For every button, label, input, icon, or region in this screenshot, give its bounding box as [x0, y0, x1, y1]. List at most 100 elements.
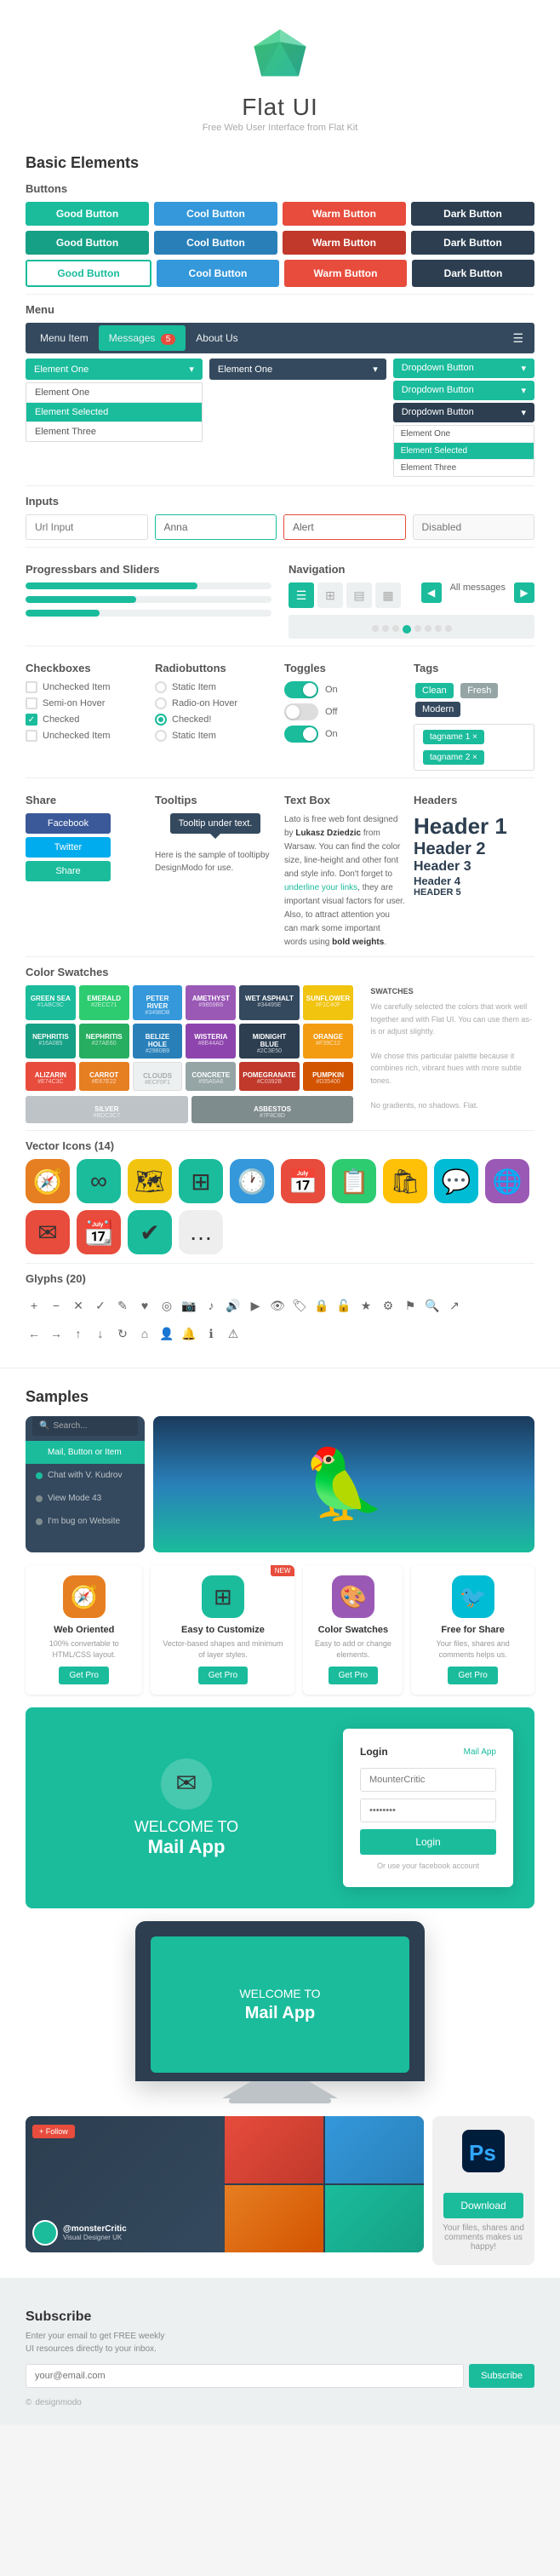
checkbox-item-2[interactable]: Semi-on Hover [26, 697, 146, 709]
nav-next-btn[interactable]: ▶ [514, 582, 534, 603]
tag-modern[interactable]: Modern [415, 702, 460, 717]
dropdown-list-item[interactable]: Element One [26, 383, 202, 403]
app-search-bar[interactable]: 🔍 Search... [32, 1416, 138, 1436]
dropdown-btn-sm-1[interactable]: Dropdown Button ▾ [393, 359, 534, 378]
dropdown-btn-sm-3[interactable]: Dropdown Button ▾ [393, 403, 534, 422]
dark-button-2[interactable]: Dark Button [411, 231, 534, 255]
login-password-input[interactable] [360, 1799, 496, 1822]
facebook-btn[interactable]: Facebook [26, 813, 111, 834]
dark-button-1[interactable]: Dark Button [411, 202, 534, 226]
radio-item-2[interactable]: Radio-on Hover [155, 697, 276, 709]
designmodo-link[interactable]: © designmodo [26, 2398, 534, 2407]
icon-chat: 💬 [434, 1159, 478, 1203]
nav-dot-6[interactable] [425, 625, 431, 632]
login-username-input[interactable] [360, 1768, 496, 1792]
good-button-ghost[interactable]: Good Button [26, 260, 151, 287]
nav-dot-5[interactable] [414, 625, 421, 632]
menu-item-menu[interactable]: Menu Item [30, 325, 99, 351]
radio-item-1[interactable]: Static Item [155, 681, 276, 693]
menu-item-messages[interactable]: Messages 5 [99, 325, 186, 351]
url-input[interactable] [26, 514, 148, 540]
login-submit-btn[interactable]: Login [360, 1829, 496, 1855]
menu-item-about[interactable]: About Us [186, 325, 248, 351]
right-dropdown-item-1[interactable]: Element One [394, 426, 534, 443]
toggle-row-3: On [284, 726, 405, 743]
dropdown-btn-sm-2[interactable]: Dropdown Button ▾ [393, 381, 534, 400]
toggle-1[interactable] [284, 681, 318, 698]
tag-clean[interactable]: Clean [415, 683, 454, 698]
feature-btn-colors[interactable]: Get Pro [329, 1667, 378, 1684]
checkbox-item-1[interactable]: Unchecked Item [26, 681, 146, 693]
warm-button-3[interactable]: Warm Button [284, 260, 407, 287]
checkbox-4[interactable] [26, 730, 37, 742]
warm-button-2[interactable]: Warm Button [283, 231, 406, 255]
checkbox-item-3[interactable]: ✓ Checked [26, 714, 146, 726]
radio-1[interactable] [155, 681, 167, 693]
tag-input-2[interactable]: tagname 2 × [423, 750, 484, 765]
right-dropdown-item-selected[interactable]: Element Selected [394, 443, 534, 460]
social-follow-btn-wrap: + Follow [32, 2123, 75, 2138]
app-nav-item-3[interactable]: View Mode 43 [26, 1487, 145, 1510]
checkbox-3[interactable]: ✓ [26, 714, 37, 726]
share-btn[interactable]: Share [26, 861, 111, 881]
nav-dot-4[interactable] [403, 625, 411, 634]
nav-dot-2[interactable] [382, 625, 389, 632]
radio-item-3[interactable]: Checked! [155, 714, 276, 726]
feature-icon-web: 🧭 [63, 1575, 106, 1618]
good-button-2[interactable]: Good Button [26, 231, 149, 255]
tag-input-1[interactable]: tagname 1 × [423, 730, 484, 744]
checkbox-1[interactable] [26, 681, 37, 693]
nav-icon-list[interactable]: ☰ [289, 582, 314, 608]
active-input[interactable] [155, 514, 277, 540]
nav-dot-1[interactable] [372, 625, 379, 632]
twitter-btn[interactable]: Twitter [26, 837, 111, 858]
app-nav-item-4[interactable]: I'm bug on Website [26, 1510, 145, 1533]
subscribe-email-input[interactable] [26, 2364, 464, 2388]
checkbox-item-4[interactable]: Unchecked Item [26, 730, 146, 742]
app-nav-item-2[interactable]: Chat with V. Kudrov [26, 1464, 145, 1487]
radio-item-4[interactable]: Static Item [155, 730, 276, 742]
chevron-icon-2: ▾ [521, 385, 526, 396]
swatches-grid-main: GREEN SEA #1ABC9C EMERALD #2ECC71 PETER … [26, 985, 353, 1091]
swatch-silver: SILVER #BDC3C7 [26, 1096, 188, 1123]
warm-button-1[interactable]: Warm Button [283, 202, 406, 226]
dropdown-list-item-selected[interactable]: Element Selected [26, 403, 202, 422]
cool-button-3[interactable]: Cool Button [157, 260, 279, 287]
error-input[interactable] [283, 514, 406, 540]
cool-button-1[interactable]: Cool Button [154, 202, 277, 226]
nav-prev-btn[interactable]: ◀ [421, 582, 442, 603]
nav-dot-7[interactable] [435, 625, 442, 632]
feature-title-customize: Easy to Customize [161, 1625, 284, 1635]
radio-4[interactable] [155, 730, 167, 742]
right-dropdown-item-3[interactable]: Element Three [394, 460, 534, 476]
swatch-pumpkin: PUMPKIN #D35400 [303, 1062, 354, 1091]
radio-2[interactable] [155, 697, 167, 709]
nav-dot-3[interactable] [392, 625, 399, 632]
feature-btn-web[interactable]: Get Pro [59, 1667, 108, 1684]
dropdown-btn-1[interactable]: Element One ▾ [26, 359, 203, 380]
feature-btn-customize[interactable]: Get Pro [198, 1667, 248, 1684]
subscribe-btn[interactable]: Subscribe [469, 2364, 534, 2388]
nav-icon-table[interactable]: ▤ [346, 582, 372, 608]
toggle-3[interactable] [284, 726, 318, 743]
cool-button-2[interactable]: Cool Button [154, 231, 277, 255]
dropdown-btn-2[interactable]: Element One ▾ [209, 359, 386, 380]
good-button-1[interactable]: Good Button [26, 202, 149, 226]
dropdown-list-item-3[interactable]: Element Three [26, 422, 202, 441]
menu-hamburger-icon[interactable]: ☰ [506, 331, 530, 346]
login-forgot-link[interactable]: Or use your facebook account [360, 1862, 496, 1870]
app-nav-item-1[interactable]: Mail, Button or Item [26, 1441, 145, 1464]
tags-input[interactable]: tagname 1 × tagname 2 × [414, 724, 534, 771]
checkbox-2[interactable] [26, 697, 37, 709]
social-follow-btn[interactable]: + Follow [32, 2125, 75, 2138]
dark-button-3[interactable]: Dark Button [412, 260, 534, 287]
tag-fresh[interactable]: Fresh [460, 683, 498, 698]
chevron-down-icon: ▾ [189, 364, 194, 375]
ps-download-btn[interactable]: Download [443, 2193, 523, 2218]
radio-3[interactable] [155, 714, 167, 726]
feature-btn-share[interactable]: Get Pro [448, 1667, 497, 1684]
nav-icon-tiles[interactable]: ▦ [375, 582, 401, 608]
nav-dot-8[interactable] [445, 625, 452, 632]
nav-icon-grid[interactable]: ⊞ [317, 582, 343, 608]
toggle-2[interactable] [284, 703, 318, 720]
